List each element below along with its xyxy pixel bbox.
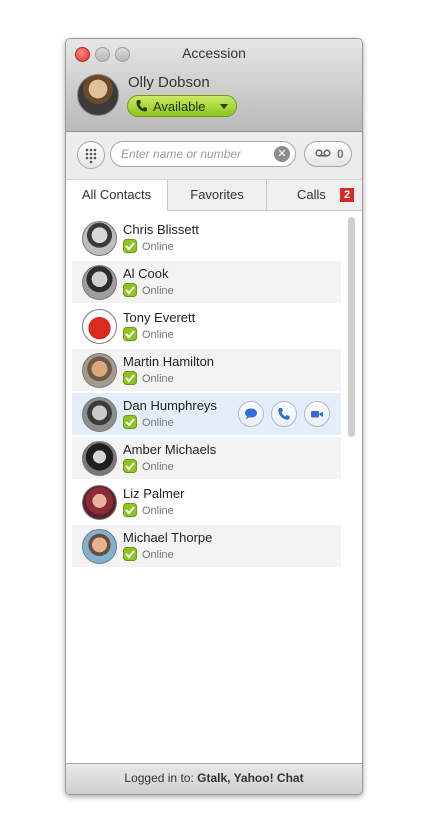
video-call-button[interactable] bbox=[304, 401, 330, 427]
online-check-icon bbox=[123, 547, 137, 561]
contact-status: Online bbox=[142, 241, 174, 253]
contact-name: Dan Humphreys bbox=[123, 398, 217, 413]
voicemail-button[interactable]: 0 bbox=[304, 141, 352, 167]
app-window: Accession Olly Dobson Available ✕ bbox=[65, 38, 363, 795]
contact-status: Online bbox=[142, 417, 174, 429]
chevron-down-icon bbox=[220, 104, 228, 109]
contact-name: Michael Thorpe bbox=[123, 530, 213, 545]
contact-name: Al Cook bbox=[123, 266, 169, 281]
contact-list: Chris Blissett Online Al Cook Online Ton… bbox=[66, 211, 362, 762]
title-bar: Accession Olly Dobson Available bbox=[66, 39, 362, 132]
tab-all-contacts[interactable]: All Contacts bbox=[66, 180, 168, 211]
tab-calls[interactable]: Calls 2 bbox=[267, 180, 362, 210]
contact-row[interactable]: Tony Everett Online bbox=[72, 305, 341, 347]
video-camera-icon bbox=[311, 411, 323, 418]
online-check-icon bbox=[123, 239, 137, 253]
contact-name: Martin Hamilton bbox=[123, 354, 215, 369]
call-button[interactable] bbox=[271, 401, 297, 427]
contact-status: Online bbox=[142, 461, 174, 473]
tab-calls-label: Calls bbox=[297, 187, 326, 202]
clear-search-icon[interactable]: ✕ bbox=[274, 146, 290, 162]
contact-row[interactable]: Michael Thorpe Online bbox=[72, 525, 341, 567]
contact-tabs: All Contacts Favorites Calls 2 bbox=[66, 180, 362, 211]
dialpad-icon bbox=[85, 148, 97, 164]
login-status-bar: Logged in to: Gtalk, Yahoo! Chat bbox=[66, 763, 362, 794]
contact-row[interactable]: Dan Humphreys Online bbox=[72, 393, 341, 435]
contact-name: Liz Palmer bbox=[123, 486, 185, 501]
contact-row[interactable]: Liz Palmer Online bbox=[72, 481, 341, 523]
tab-favorites[interactable]: Favorites bbox=[168, 180, 267, 210]
contact-avatar bbox=[82, 221, 117, 256]
dialpad-button[interactable] bbox=[77, 141, 105, 169]
missed-calls-badge: 2 bbox=[340, 188, 354, 202]
online-check-icon bbox=[123, 371, 137, 385]
contact-name: Chris Blissett bbox=[123, 222, 199, 237]
logged-in-services: Gtalk, Yahoo! Chat bbox=[197, 771, 304, 785]
online-check-icon bbox=[123, 327, 137, 341]
contact-avatar bbox=[82, 397, 117, 432]
voicemail-icon bbox=[315, 147, 331, 162]
contact-avatar bbox=[82, 309, 117, 344]
contact-row[interactable]: Chris Blissett Online bbox=[72, 217, 341, 259]
online-check-icon bbox=[123, 459, 137, 473]
window-title: Accession bbox=[182, 45, 246, 61]
voicemail-count: 0 bbox=[337, 147, 344, 161]
contact-name: Amber Michaels bbox=[123, 442, 217, 457]
user-avatar[interactable] bbox=[77, 74, 119, 116]
search-toolbar: ✕ 0 bbox=[66, 132, 362, 180]
contact-avatar bbox=[82, 441, 117, 476]
contact-avatar bbox=[82, 265, 117, 300]
login-status-prefix: Logged in to: bbox=[124, 771, 198, 785]
online-check-icon bbox=[123, 283, 137, 297]
presence-status-dropdown[interactable]: Available bbox=[127, 95, 237, 117]
chat-button[interactable] bbox=[238, 401, 264, 427]
contact-status: Online bbox=[142, 329, 174, 341]
phone-icon bbox=[278, 408, 290, 420]
online-check-icon bbox=[123, 503, 137, 517]
online-check-icon bbox=[123, 415, 137, 429]
phone-icon bbox=[136, 99, 147, 115]
contact-name: Tony Everett bbox=[123, 310, 196, 325]
contact-row[interactable]: Al Cook Online bbox=[72, 261, 341, 303]
contact-row[interactable]: Martin Hamilton Online bbox=[72, 349, 341, 391]
contact-avatar bbox=[82, 529, 117, 564]
contact-row[interactable]: Amber Michaels Online bbox=[72, 437, 341, 479]
contact-avatar bbox=[82, 353, 117, 388]
contact-status: Online bbox=[142, 373, 174, 385]
user-name: Olly Dobson bbox=[128, 74, 210, 91]
contact-status: Online bbox=[142, 505, 174, 517]
contact-status: Online bbox=[142, 549, 174, 561]
contact-avatar bbox=[82, 485, 117, 520]
contact-status: Online bbox=[142, 285, 174, 297]
search-input[interactable] bbox=[121, 146, 271, 162]
scrollbar[interactable] bbox=[348, 217, 355, 437]
chat-bubble-icon bbox=[245, 408, 257, 420]
presence-status-label: Available bbox=[153, 99, 206, 114]
search-field: ✕ bbox=[110, 141, 296, 167]
